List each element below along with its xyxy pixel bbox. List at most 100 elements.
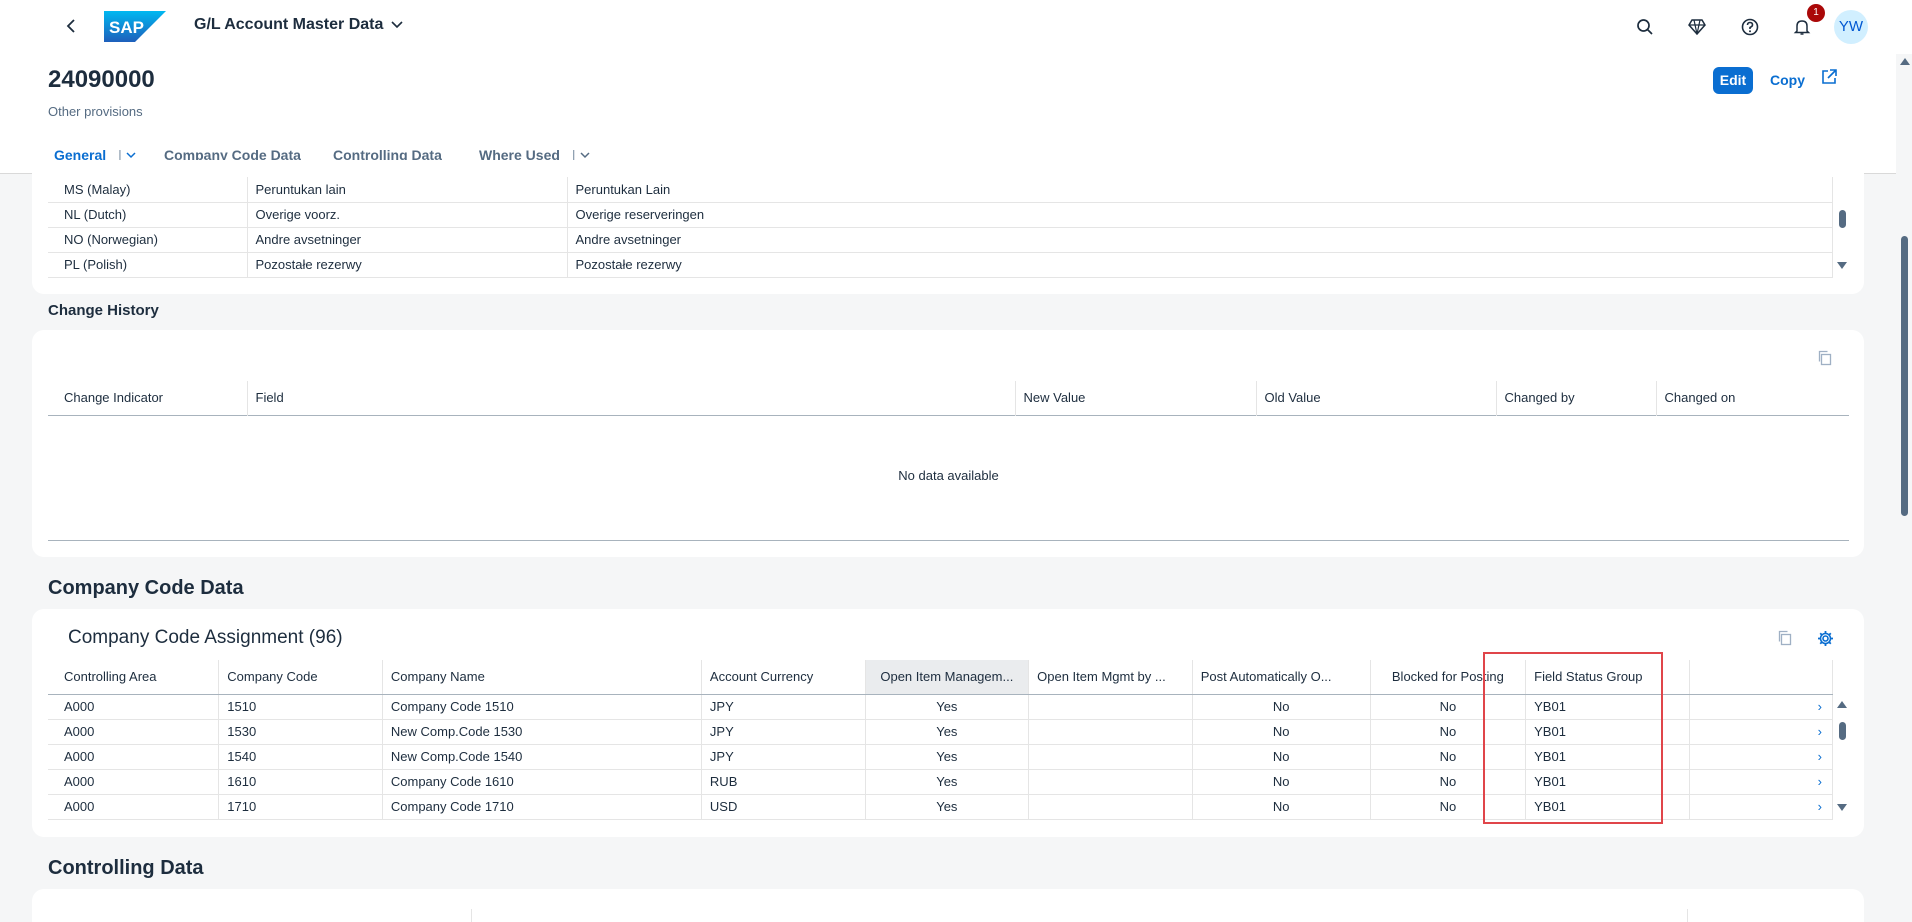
divider — [471, 909, 472, 922]
change-history-title: Change History — [48, 302, 159, 319]
table-row[interactable]: PL (Polish) Pozostałe rezerwy Pozostałe … — [48, 252, 1833, 278]
column-header[interactable]: Post Automatically O... — [1192, 660, 1371, 695]
controlling-area-cell: A000 — [48, 769, 220, 795]
row-navigation-icon[interactable]: › — [1689, 744, 1834, 770]
open-item-mgmt-cell: Yes — [865, 694, 1030, 720]
table-row[interactable]: MS (Malay) Peruntukan lain Peruntukan La… — [48, 177, 1833, 203]
copy-icon[interactable] — [1777, 630, 1793, 649]
open-item-mgmt-by-cell — [1028, 719, 1193, 745]
language-cell: MS (Malay) — [48, 177, 248, 203]
object-title: 24090000 — [48, 66, 155, 93]
column-header[interactable]: Change Indicator — [48, 381, 248, 415]
scroll-up-icon[interactable] — [1900, 58, 1910, 65]
post-automatically-cell: No — [1192, 769, 1371, 795]
row-navigation-icon[interactable]: › — [1689, 694, 1834, 720]
settings-icon[interactable] — [1817, 630, 1834, 650]
page-scrollbar[interactable] — [1898, 54, 1912, 922]
open-item-mgmt-by-cell — [1028, 744, 1193, 770]
chevron-down-icon[interactable] — [126, 151, 136, 159]
svg-text:SAP: SAP — [109, 18, 144, 37]
short-text-cell: Andre avsetninger — [247, 227, 568, 253]
controlling-area-cell: A000 — [48, 719, 220, 745]
controlling-area-cell: A000 — [48, 694, 220, 720]
currency-cell: JPY — [701, 694, 866, 720]
object-subtitle: Other provisions — [48, 104, 143, 119]
company-code-cell: 1710 — [218, 794, 383, 820]
table-scrollbar-thumb[interactable] — [1839, 210, 1846, 228]
column-header[interactable]: Open Item Mgmt by ... — [1028, 660, 1193, 695]
controlling-section-title: Controlling Data — [48, 857, 204, 879]
column-header[interactable]: Changed on — [1656, 381, 1849, 415]
edit-button[interactable]: Edit — [1713, 67, 1753, 94]
company-code-cell: 1530 — [218, 719, 383, 745]
currency-cell: RUB — [701, 769, 866, 795]
highlight-box-field-status-group — [1483, 652, 1663, 824]
divider — [48, 540, 1849, 541]
company-code-cell: 1510 — [218, 694, 383, 720]
company-code-section-title: Company Code Data — [48, 577, 244, 599]
short-text-cell: Overige voorz. — [247, 202, 568, 228]
diamond-icon[interactable] — [1684, 14, 1710, 40]
column-header[interactable]: Open Item Managem... — [865, 660, 1030, 695]
column-header[interactable]: Old Value — [1256, 381, 1497, 415]
long-text-cell: Peruntukan Lain — [567, 177, 1833, 203]
app-title-menu[interactable]: G/L Account Master Data — [194, 16, 403, 34]
company-name-cell: Company Code 1610 — [382, 769, 702, 795]
open-item-mgmt-cell: Yes — [865, 744, 1030, 770]
share-icon[interactable] — [1820, 68, 1846, 94]
scroll-down-icon[interactable] — [1837, 804, 1847, 811]
row-navigation-icon[interactable]: › — [1689, 719, 1834, 745]
column-header[interactable]: New Value — [1015, 381, 1257, 415]
avatar[interactable]: YW — [1834, 10, 1868, 44]
company-code-cell: 1610 — [218, 769, 383, 795]
currency-cell: JPY — [701, 719, 866, 745]
language-cell: NO (Norwegian) — [48, 227, 248, 253]
company-name-cell: New Comp.Code 1540 — [382, 744, 702, 770]
column-header[interactable]: Account Currency — [701, 660, 866, 695]
company-code-cell: 1540 — [218, 744, 383, 770]
post-automatically-cell: No — [1192, 744, 1371, 770]
copy-button[interactable]: Copy — [1766, 67, 1809, 94]
divider — [1687, 909, 1688, 922]
post-automatically-cell: No — [1192, 694, 1371, 720]
help-icon[interactable] — [1737, 14, 1763, 40]
table-row[interactable]: NL (Dutch) Overige voorz. Overige reserv… — [48, 202, 1833, 228]
scroll-up-icon[interactable] — [1837, 701, 1847, 708]
column-header[interactable]: Field — [247, 381, 1016, 415]
scroll-down-icon[interactable] — [1837, 262, 1847, 269]
post-automatically-cell: No — [1192, 719, 1371, 745]
search-icon[interactable] — [1632, 14, 1658, 40]
open-item-mgmt-by-cell — [1028, 794, 1193, 820]
long-text-cell: Pozostałe rezerwy — [567, 252, 1833, 278]
row-navigation-icon[interactable]: › — [1689, 769, 1834, 795]
currency-cell: USD — [701, 794, 866, 820]
language-cell: NL (Dutch) — [48, 202, 248, 228]
column-header[interactable]: Controlling Area — [48, 660, 220, 695]
chevron-down-icon[interactable] — [580, 151, 590, 159]
column-header[interactable]: Changed by — [1496, 381, 1657, 415]
company-code-table-title: Company Code Assignment (96) — [68, 627, 343, 648]
chevron-down-icon — [391, 21, 403, 29]
object-header: 24090000 Other provisions Edit Copy Gene… — [0, 54, 1896, 174]
controlling-area-cell: A000 — [48, 744, 220, 770]
table-scrollbar-thumb[interactable] — [1839, 722, 1846, 740]
page-scrollbar-thumb[interactable] — [1901, 236, 1908, 516]
back-icon[interactable] — [60, 14, 82, 40]
open-item-mgmt-by-cell — [1028, 769, 1193, 795]
table-row[interactable]: NO (Norwegian) Andre avsetninger Andre a… — [48, 227, 1833, 253]
sap-logo[interactable]: SAP — [104, 11, 166, 42]
column-header[interactable]: Company Code — [218, 660, 383, 695]
long-text-cell: Andre avsetninger — [567, 227, 1833, 253]
company-name-cell: Company Code 1510 — [382, 694, 702, 720]
controlling-card — [32, 889, 1864, 922]
copy-icon[interactable] — [1817, 350, 1833, 369]
translations-table: MS (Malay) Peruntukan lain Peruntukan La… — [48, 177, 1833, 278]
company-name-cell: New Comp.Code 1530 — [382, 719, 702, 745]
short-text-cell: Pozostałe rezerwy — [247, 252, 568, 278]
row-navigation-icon[interactable]: › — [1689, 794, 1834, 820]
column-header-nav — [1689, 660, 1834, 695]
column-header[interactable]: Company Name — [382, 660, 702, 695]
no-data-text: No data available — [898, 468, 999, 483]
short-text-cell: Peruntukan lain — [247, 177, 568, 203]
shell-bar: SAP G/L Account Master Data 1 YW — [0, 0, 1912, 54]
